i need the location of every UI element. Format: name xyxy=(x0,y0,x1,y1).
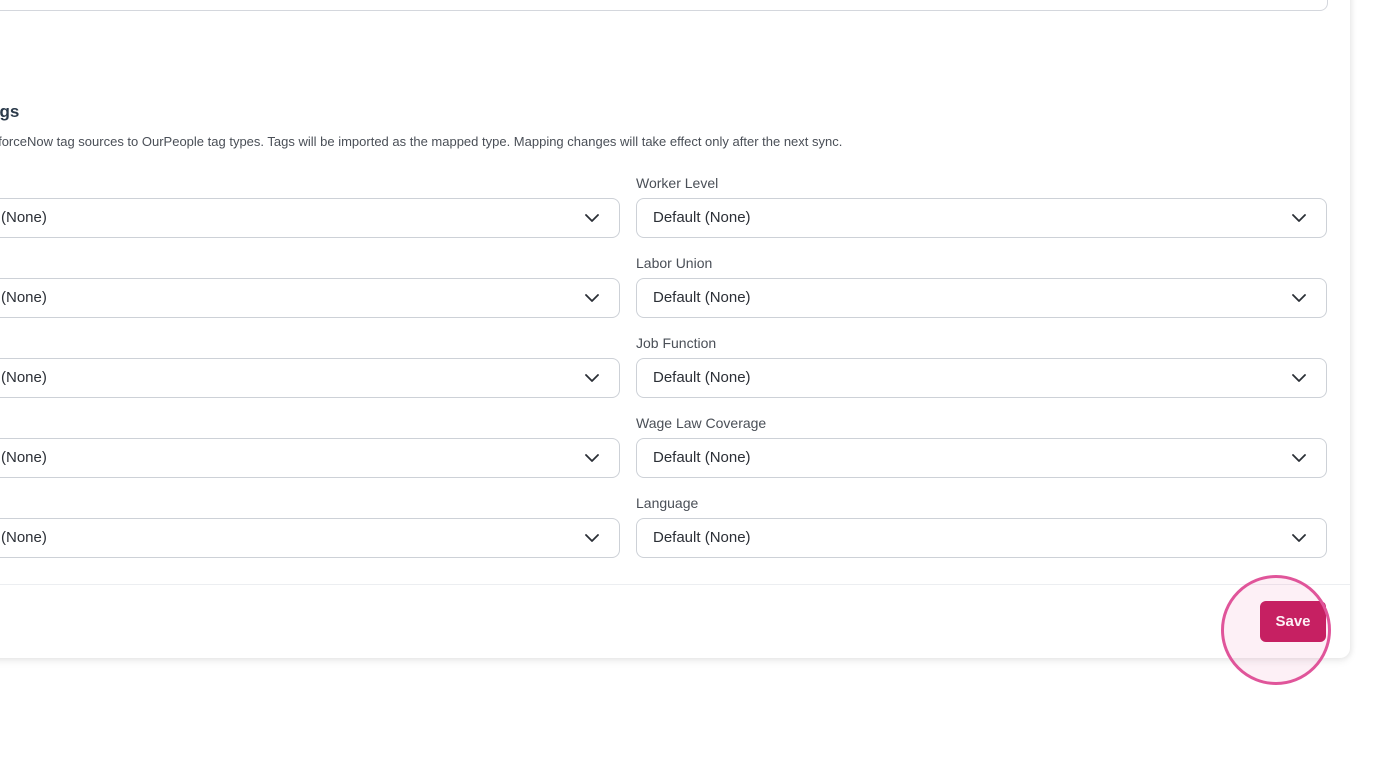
left-select-2[interactable]: (None) xyxy=(0,278,620,318)
labor-union-label: Labor Union xyxy=(636,255,713,271)
left-select-4[interactable]: (None) xyxy=(0,438,620,478)
chevron-down-icon xyxy=(1292,214,1306,222)
select-value: (None) xyxy=(1,289,47,306)
left-select-3[interactable]: (None) xyxy=(0,358,620,398)
select-value: (None) xyxy=(1,209,47,226)
select-value: Default (None) xyxy=(653,209,751,226)
wage-law-coverage-select[interactable]: Default (None) xyxy=(636,438,1327,478)
select-value: Default (None) xyxy=(653,369,751,386)
language-label: Language xyxy=(636,495,699,511)
select-value: (None) xyxy=(1,369,47,386)
footer-divider xyxy=(0,584,1350,585)
section-title: pings xyxy=(0,102,20,121)
left-select-1[interactable]: (None) xyxy=(0,198,620,238)
chevron-down-icon xyxy=(585,374,599,382)
chevron-down-icon xyxy=(1292,534,1306,542)
chevron-down-icon xyxy=(585,454,599,462)
chevron-down-icon xyxy=(1292,454,1306,462)
chevron-down-icon xyxy=(585,294,599,302)
select-value: Default (None) xyxy=(653,449,751,466)
select-value: Default (None) xyxy=(653,289,751,306)
select-value: Default (None) xyxy=(653,529,751,546)
select-value: (None) xyxy=(1,449,47,466)
section-description: WorkforceNow tag sources to OurPeople ta… xyxy=(0,134,843,149)
chevron-down-icon xyxy=(1292,294,1306,302)
previous-field-input[interactable] xyxy=(0,0,1328,11)
left-select-5[interactable]: (None) xyxy=(0,518,620,558)
job-function-label: Job Function xyxy=(636,335,717,351)
chevron-down-icon xyxy=(1292,374,1306,382)
language-select[interactable]: Default (None) xyxy=(636,518,1327,558)
select-value: (None) xyxy=(1,529,47,546)
save-button[interactable]: Save xyxy=(1260,601,1326,642)
worker-level-select[interactable]: Default (None) xyxy=(636,198,1327,238)
chevron-down-icon xyxy=(585,534,599,542)
worker-level-label: Worker Level xyxy=(636,175,719,191)
labor-union-select[interactable]: Default (None) xyxy=(636,278,1327,318)
wage-law-coverage-label: Wage Law Coverage xyxy=(636,415,767,431)
chevron-down-icon xyxy=(585,214,599,222)
job-function-select[interactable]: Default (None) xyxy=(636,358,1327,398)
tag-mappings-card xyxy=(0,0,1350,658)
